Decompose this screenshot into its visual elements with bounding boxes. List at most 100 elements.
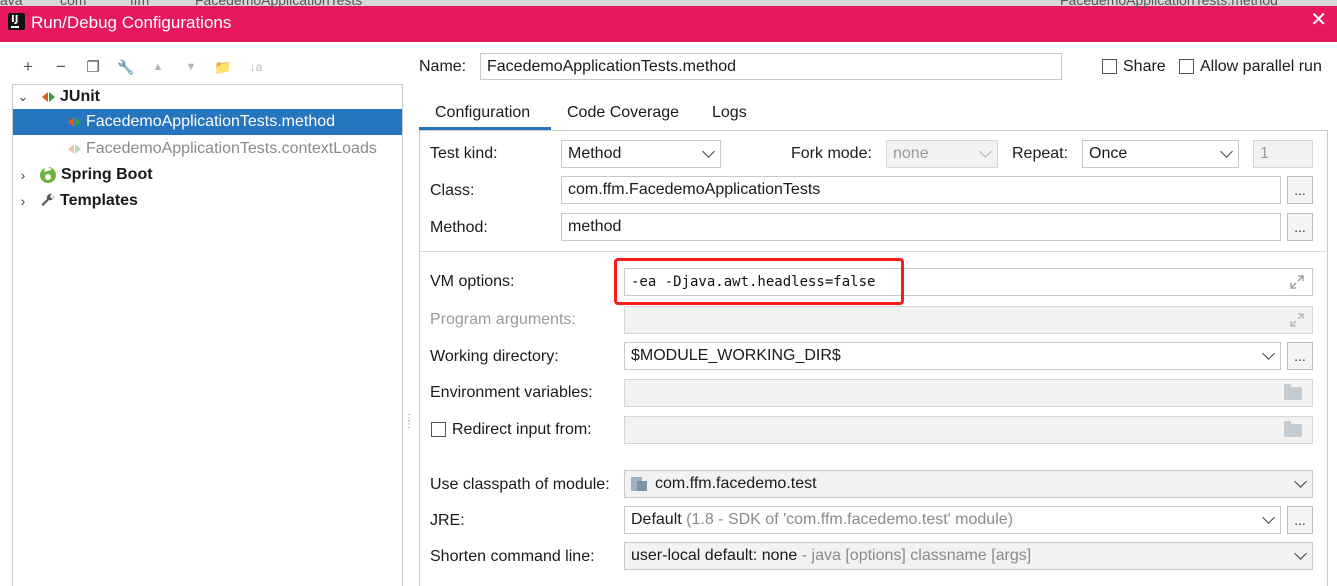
window-title: Run/Debug Configurations — [31, 13, 232, 32]
fork-mode-label: Fork mode: — [791, 145, 872, 162]
classpath-module-label: Use classpath of module: — [430, 476, 610, 493]
vm-options-highlight — [614, 258, 904, 305]
background-tab: ava — [0, 0, 23, 8]
background-tab: FacedemoApplicationTests — [195, 0, 363, 8]
method-input[interactable]: method — [561, 213, 1281, 241]
repeat-count-input[interactable]: 1 — [1253, 140, 1313, 168]
fork-mode-select[interactable]: none — [886, 140, 998, 168]
chevron-down-icon — [1262, 511, 1275, 524]
environment-variables-label: Environment variables: — [430, 384, 593, 401]
class-label: Class: — [430, 182, 475, 199]
shorten-command-line-label: Shorten command line: — [430, 548, 595, 565]
jre-hint: (1.8 - SDK of 'com.ffm.facedemo.test' mo… — [686, 511, 1013, 528]
chevron-down-icon[interactable]: ⌄ — [16, 89, 30, 105]
chevron-down-icon — [1220, 145, 1233, 158]
background-tab: FacedemoApplicationTests.method — [1060, 0, 1278, 8]
chevron-down-icon — [1262, 347, 1275, 360]
classpath-module-value: com.ffm.facedemo.test — [655, 475, 817, 492]
chevron-down-icon — [1294, 547, 1307, 560]
chevron-down-icon — [979, 145, 992, 158]
folder-icon[interactable] — [1284, 421, 1302, 437]
background-tab: ffm — [130, 0, 150, 8]
sort-icon[interactable]: ↓a — [245, 56, 267, 78]
remove-icon[interactable]: − — [50, 56, 72, 78]
background-tab-strip: ava com ffm FacedemoApplicationTests Fac… — [0, 0, 1337, 8]
wrench-icon — [41, 193, 55, 206]
module-icon — [631, 477, 647, 491]
tree-node-templates[interactable]: › Templates — [14, 188, 402, 214]
class-browse-button[interactable]: ... — [1287, 176, 1313, 204]
share-label: Share — [1123, 58, 1166, 75]
copy-icon[interactable]: ❐ — [82, 56, 104, 78]
working-directory-select[interactable]: $MODULE_WORKING_DIR$ — [624, 342, 1281, 370]
tree-label: FacedemoApplicationTests.method — [86, 113, 336, 130]
tree-node-spring-boot[interactable]: › Spring Boot — [14, 162, 402, 188]
program-arguments-input[interactable] — [624, 306, 1313, 334]
chevron-down-icon — [702, 145, 715, 158]
vm-options-label: VM options: — [430, 273, 515, 290]
redirect-input-label: Redirect input from: — [452, 421, 592, 438]
working-directory-value: $MODULE_WORKING_DIR$ — [631, 347, 841, 364]
parallel-run-label: Allow parallel run — [1200, 58, 1322, 75]
wrench-icon[interactable]: 🔧 — [115, 56, 137, 78]
background-tab: com — [60, 0, 87, 8]
tab-code-coverage[interactable]: Code Coverage — [567, 96, 679, 130]
repeat-label: Repeat: — [1012, 145, 1069, 162]
method-browse-button[interactable]: ... — [1287, 213, 1313, 241]
parallel-run-checkbox[interactable] — [1179, 59, 1194, 74]
expand-icon[interactable] — [1290, 275, 1304, 289]
classpath-module-select[interactable]: com.ffm.facedemo.test — [624, 470, 1313, 498]
tree-label: Spring Boot — [61, 166, 153, 183]
tree-label: FacedemoApplicationTests.contextLoads — [86, 140, 377, 157]
tab-logs[interactable]: Logs — [712, 96, 747, 130]
tab-configuration[interactable]: Configuration — [435, 96, 530, 130]
class-input[interactable]: com.ffm.FacedemoApplicationTests — [561, 176, 1281, 204]
working-directory-label: Working directory: — [430, 348, 559, 365]
test-kind-label: Test kind: — [430, 145, 498, 162]
test-kind-value: Method — [568, 145, 622, 162]
jre-value: Default — [631, 511, 682, 528]
chevron-right-icon[interactable]: › — [16, 167, 30, 183]
name-input[interactable]: FacedemoApplicationTests.method — [480, 53, 1062, 80]
add-icon[interactable]: + — [17, 56, 39, 78]
fork-mode-value: none — [893, 145, 929, 162]
tree-item-method[interactable]: FacedemoApplicationTests.method — [13, 109, 402, 135]
redirect-input-checkbox[interactable] — [431, 422, 446, 437]
folder-icon[interactable]: 📁 — [212, 56, 234, 78]
tree-label: JUnit — [60, 88, 100, 105]
working-directory-browse-button[interactable]: ... — [1287, 342, 1313, 370]
close-icon[interactable]: ✕ — [1310, 10, 1327, 30]
redirect-input-field[interactable] — [624, 416, 1313, 444]
tree-item-contextloads[interactable]: FacedemoApplicationTests.contextLoads — [13, 136, 402, 162]
expand-icon[interactable] — [1290, 313, 1304, 327]
share-checkbox[interactable] — [1102, 59, 1117, 74]
junit-icon — [68, 116, 82, 128]
program-arguments-label: Program arguments: — [430, 311, 576, 328]
shorten-command-line-hint: - java [options] classname [args] — [801, 547, 1032, 564]
splitter-handle[interactable]: ⋮ ⋮ — [404, 414, 414, 430]
jre-select[interactable]: Default (1.8 - SDK of 'com.ffm.facedemo.… — [624, 506, 1281, 534]
junit-icon — [42, 91, 56, 103]
chevron-right-icon[interactable]: › — [16, 193, 30, 209]
test-kind-select[interactable]: Method — [561, 140, 721, 168]
method-label: Method: — [430, 219, 488, 236]
junit-icon — [68, 143, 82, 155]
title-bar: ava com ffm FacedemoApplicationTests Fac… — [0, 0, 1337, 42]
environment-variables-input[interactable] — [624, 379, 1313, 407]
shorten-command-line-select[interactable]: user-local default: none - java [options… — [624, 542, 1313, 570]
jre-label: JRE: — [430, 512, 465, 529]
folder-icon[interactable] — [1284, 384, 1302, 400]
repeat-select[interactable]: Once — [1082, 140, 1239, 168]
intellij-icon: IJ — [8, 13, 25, 30]
tree-label: Templates — [60, 192, 138, 209]
chevron-down-icon — [1294, 475, 1307, 488]
divider — [419, 251, 1328, 252]
shorten-command-line-value: user-local default: none — [631, 547, 798, 564]
name-label: Name: — [419, 58, 467, 75]
tree-node-junit[interactable]: ⌄ JUnit — [14, 84, 402, 110]
move-up-icon[interactable]: ▲ — [147, 56, 169, 78]
jre-browse-button[interactable]: ... — [1287, 506, 1313, 534]
repeat-value: Once — [1089, 145, 1128, 162]
spring-boot-icon — [40, 167, 56, 183]
move-down-icon[interactable]: ▼ — [180, 56, 202, 78]
